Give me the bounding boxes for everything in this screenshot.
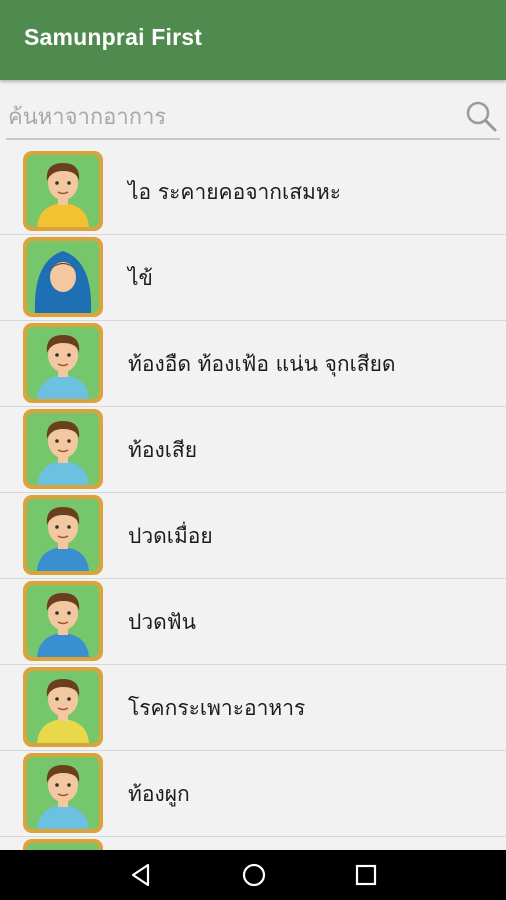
back-icon[interactable]	[128, 862, 154, 888]
toothache-person-icon	[37, 593, 89, 657]
symptom-thumbnail	[23, 667, 103, 747]
symptom-label: ท้องอืด ท้องเฟ้อ แน่น จุกเสียด	[128, 352, 396, 376]
symptom-list-item[interactable]: โรคกระเพาะอาหาร	[0, 665, 506, 751]
symptom-thumbnail	[23, 495, 103, 575]
symptom-thumbnail	[23, 409, 103, 489]
app-title: Samunprai First	[24, 24, 203, 50]
symptom-label: ไอ ระคายคอจากเสมหะ	[128, 180, 341, 204]
symptom-label: โรคกระเพาะอาหาร	[128, 696, 306, 720]
symptom-label: ท้องผูก	[128, 782, 190, 806]
symptom-thumbnail	[23, 151, 103, 231]
symptom-label: ปวดเมื่อย	[128, 524, 213, 548]
symptom-label: ท้องเสีย	[128, 438, 198, 462]
muscle-ache-person-icon	[37, 507, 89, 571]
search-bar	[6, 96, 500, 140]
recents-icon[interactable]	[353, 862, 379, 888]
home-icon[interactable]	[241, 862, 267, 888]
symptom-list-item[interactable]: ไอ ระคายคอจากเสมหะ	[0, 149, 506, 235]
symptom-label: ไข้	[128, 266, 153, 290]
symptom-thumbnail	[23, 323, 103, 403]
diarrhea-person-toilet-icon	[37, 421, 89, 485]
stomach-disease-person-icon	[37, 679, 89, 743]
symptom-list-item[interactable]: ปวดเมื่อย	[0, 493, 506, 579]
symptom-list-item[interactable]: ไข้	[0, 235, 506, 321]
symptom-thumbnail	[23, 753, 103, 833]
symptom-list[interactable]: ไอ ระคายคอจากเสมหะไข้ท้องอืด ท้องเฟ้อ แน…	[0, 149, 506, 850]
symptom-thumbnail	[23, 581, 103, 661]
bloated-stomach-person-icon	[37, 335, 89, 399]
fever-person-blanket-icon	[34, 251, 92, 313]
symptom-thumbnail	[23, 237, 103, 317]
constipation-person-toilet-icon	[37, 765, 89, 829]
symptom-label: ปวดฟัน	[128, 610, 196, 634]
person-icon	[27, 843, 99, 850]
symptom-list-item[interactable]: ท้องผูก	[0, 751, 506, 837]
app-bar: Samunprai First	[0, 0, 506, 80]
symptom-list-item[interactable]: ท้องเสีย	[0, 407, 506, 493]
symptom-list-item[interactable]	[0, 837, 506, 850]
search-input[interactable]	[6, 98, 458, 136]
coughing-person-icon	[37, 163, 89, 227]
symptom-list-item[interactable]: ปวดฟัน	[0, 579, 506, 665]
symptom-list-item[interactable]: ท้องอืด ท้องเฟ้อ แน่น จุกเสียด	[0, 321, 506, 407]
symptom-thumbnail	[23, 839, 103, 850]
search-icon[interactable]	[465, 100, 497, 132]
system-nav-bar	[0, 850, 506, 900]
